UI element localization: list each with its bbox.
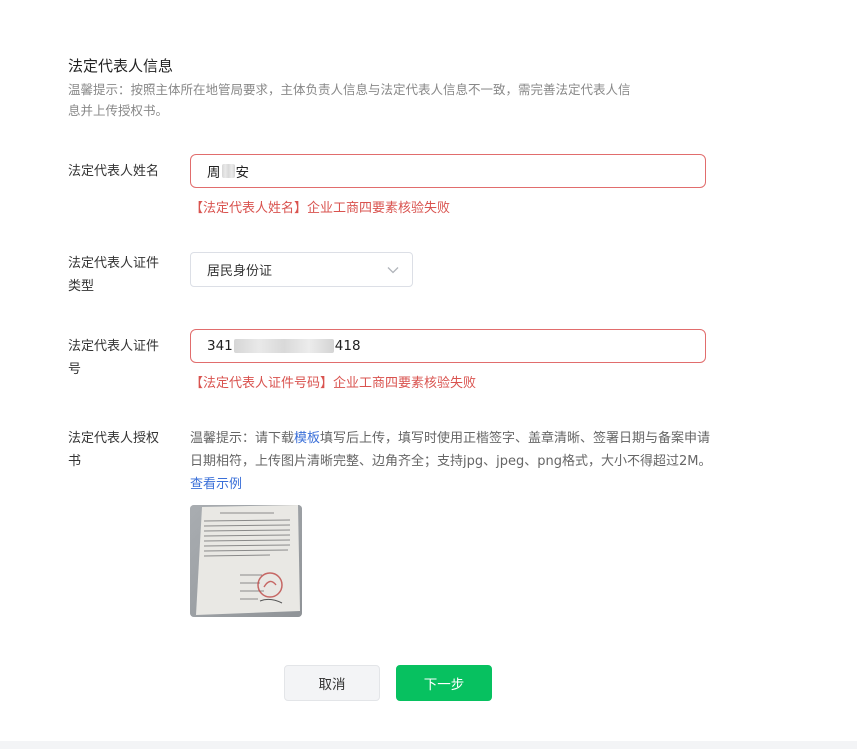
legal-representative-form-page: 法定代表人信息 温馨提示：按照主体所在地管局要求，主体负责人信息与法定代表人信息… xyxy=(0,0,857,749)
id-number-value-suffix: 418 xyxy=(334,338,361,354)
name-error-message: 【法定代表人姓名】企业工商四要素核验失败 xyxy=(190,201,451,216)
authorization-hint: 温馨提示：请下载模板填写后上传，填写时使用正楷签字、盖章清晰、签署日期与备案申请… xyxy=(190,427,715,496)
id-type-select[interactable]: 居民身份证 xyxy=(190,252,413,287)
name-value-suffix: 安 xyxy=(235,165,250,181)
name-input[interactable]: 周 安 xyxy=(190,154,706,188)
authorization-label-line2: 书 xyxy=(68,454,82,469)
authorization-label: 法定代表人授权 书 xyxy=(68,427,178,473)
section-title: 法定代表人信息 xyxy=(68,57,174,75)
id-type-selected-value: 居民身份证 xyxy=(207,264,273,279)
masked-text xyxy=(233,339,334,353)
id-number-label-line1: 法定代表人证件 xyxy=(68,339,160,354)
view-example-link[interactable]: 查看示例 xyxy=(190,477,242,492)
name-value-prefix: 周 xyxy=(207,165,221,181)
section-hint: 温馨提示：按照主体所在地管局要求，主体负责人信息与法定代表人信息不一致，需完善法… xyxy=(68,79,708,121)
chevron-down-icon xyxy=(386,263,400,277)
id-type-label-line1: 法定代表人证件 xyxy=(68,256,160,271)
id-number-error-message: 【法定代表人证件号码】企业工商四要素核验失败 xyxy=(190,376,477,391)
authorization-label-line1: 法定代表人授权 xyxy=(68,431,160,446)
cancel-button[interactable]: 取消 xyxy=(284,665,380,701)
id-number-label-line2: 号 xyxy=(68,362,82,377)
document-photo-icon xyxy=(190,505,302,617)
authorization-letter-thumbnail[interactable] xyxy=(190,505,302,617)
masked-text xyxy=(221,164,235,178)
section-hint-line1: 温馨提示：按照主体所在地管局要求，主体负责人信息与法定代表人信息不一致，需完善法… xyxy=(68,82,631,97)
id-type-label: 法定代表人证件 类型 xyxy=(68,252,178,298)
next-step-button[interactable]: 下一步 xyxy=(396,665,492,701)
download-template-link[interactable]: 模板 xyxy=(294,431,320,446)
authorization-hint-prefix: 温馨提示：请下载 xyxy=(190,431,295,446)
id-number-label: 法定代表人证件 号 xyxy=(68,335,178,381)
name-label: 法定代表人姓名 xyxy=(68,164,160,179)
id-type-label-line2: 类型 xyxy=(68,279,95,294)
page-footer-band xyxy=(0,741,857,749)
id-number-input[interactable]: 341 418 xyxy=(190,329,706,363)
section-hint-line2: 息并上传授权书。 xyxy=(68,103,169,118)
id-number-value-prefix: 341 xyxy=(207,338,233,354)
